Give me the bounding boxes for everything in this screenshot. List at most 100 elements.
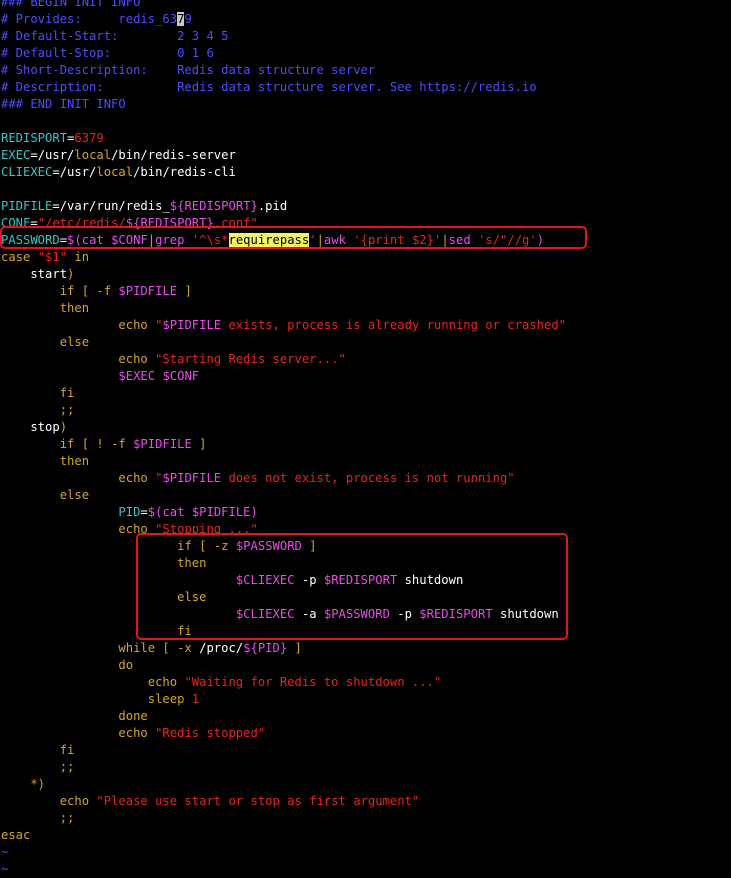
code-token: fi: [1, 624, 192, 638]
code-token: REDISPORT: [1, 131, 68, 145]
code-token: $PIDFILE: [191, 505, 251, 519]
code-token: $PIDFILE: [118, 284, 178, 298]
code-token: case: [1, 250, 38, 264]
code-token: ]: [177, 284, 192, 298]
code-line: do: [1, 657, 133, 674]
code-token: [: [191, 539, 214, 553]
code-token: $PASSWORD: [235, 539, 302, 553]
code-token: ${PID}: [243, 641, 288, 655]
code-token: $PIDFILE: [162, 318, 222, 332]
code-token: .conf": [213, 216, 258, 230]
code-token: grep: [155, 233, 192, 247]
code-token: fi: [1, 386, 75, 400]
code-token: =/var/run/redis_: [52, 199, 170, 213]
code-line: if [ -z $PASSWORD ]: [1, 538, 317, 555]
code-token: # Short-Description: Redis data structur…: [1, 63, 376, 77]
code-token: then: [1, 301, 90, 315]
code-token: $CONF: [111, 233, 148, 247]
code-line: PID=$(cat $PIDFILE): [1, 504, 257, 521]
code-token: $(: [67, 233, 82, 247]
code-token: -a: [294, 607, 324, 621]
code-token: $CLIEXEC: [235, 607, 295, 621]
code-line: PIDFILE=/var/run/redis_${REDISPORT}.pid: [1, 198, 287, 215]
code-token: shutdown: [397, 573, 464, 587]
code-line: ### END INIT INFO: [1, 96, 126, 113]
code-line: CLIEXEC=/usr/local/bin/redis-cli: [1, 164, 236, 181]
code-line: echo "Redis stopped": [1, 725, 265, 742]
code-token: sed: [448, 233, 479, 247]
code-token: 1: [191, 692, 200, 706]
code-token: echo: [118, 318, 156, 332]
code-line: if [ ! -f $PIDFILE ]: [1, 436, 207, 453]
code-token: ### END INIT INFO: [1, 97, 126, 111]
code-token: # Provides: redis_63: [1, 12, 178, 26]
code-line: ~: [1, 844, 8, 861]
code-line: echo "$PIDFILE exists, process is alread…: [1, 317, 566, 334]
code-token: does not exist, process is not running": [221, 471, 515, 485]
code-token: # Default-Start: 2 3 4 5: [1, 29, 229, 43]
code-line: $EXEC $CONF: [1, 368, 199, 385]
code-token: requirepass: [228, 233, 310, 247]
code-token: start: [1, 267, 68, 281]
code-token: =: [30, 216, 38, 230]
code-token: '^\s*: [191, 233, 229, 247]
code-line: start): [1, 266, 74, 283]
code-token: else: [1, 335, 90, 349]
code-token: -x: [177, 641, 200, 655]
code-token: =/usr/: [52, 165, 97, 179]
code-token: PID: [118, 505, 141, 519]
code-token: 9: [184, 12, 192, 26]
code-line: case "$1" in: [1, 249, 89, 266]
code-token: -p: [389, 607, 420, 621]
code-line: ;;: [1, 759, 75, 776]
code-token: "$1": [37, 250, 68, 264]
code-token: CONF: [1, 216, 31, 230]
code-token: ): [536, 233, 545, 247]
code-token: in: [67, 250, 90, 264]
code-token: then: [1, 454, 90, 468]
code-token: else: [1, 590, 207, 604]
code-token: do: [1, 658, 134, 672]
code-line: $CLIEXEC -a $PASSWORD -p $REDISPORT shut…: [1, 606, 559, 623]
code-token: then: [1, 556, 207, 570]
code-token: echo: [147, 675, 185, 689]
code-line: echo "Starting Redis server...": [1, 351, 345, 368]
code-line: sleep 1: [1, 691, 199, 708]
code-token: -z: [213, 539, 236, 553]
code-line: ~: [1, 861, 8, 878]
code-token: /bin/redis-cli: [133, 165, 236, 179]
code-token: ;;: [1, 760, 75, 774]
code-token: echo: [118, 522, 156, 536]
code-line: else: [1, 487, 89, 504]
code-token: cat: [162, 505, 192, 519]
code-token: # Description: Redis data structure serv…: [1, 80, 537, 94]
code-token: stop: [1, 420, 60, 434]
code-token: $(: [147, 505, 163, 519]
code-token: local: [74, 148, 112, 162]
code-token: -f: [111, 437, 134, 451]
code-token: else: [1, 488, 90, 502]
code-editor[interactable]: ### BEGIN INIT INFO # Provides: redis_637…: [0, 0, 731, 876]
code-token: ~: [1, 845, 9, 859]
code-token: PASSWORD: [1, 233, 60, 247]
code-line: $CLIEXEC -p $REDISPORT shutdown: [1, 572, 463, 589]
code-line: ;;: [1, 402, 75, 419]
code-line: fi: [1, 623, 192, 640]
code-line: *): [1, 776, 45, 793]
code-line: then: [1, 300, 89, 317]
code-token: "/etc/redis/: [37, 216, 126, 230]
code-line: fi: [1, 742, 75, 759]
code-token: done: [1, 709, 148, 723]
code-token: ]: [301, 539, 317, 553]
code-token: 6379: [74, 131, 104, 145]
code-line: REDISPORT=6379: [1, 130, 104, 147]
code-token: =: [59, 233, 68, 247]
code-line: while [ -x /proc/${PID} ]: [1, 640, 301, 657]
code-line: echo "Waiting for Redis to shutdown ...": [1, 674, 442, 691]
